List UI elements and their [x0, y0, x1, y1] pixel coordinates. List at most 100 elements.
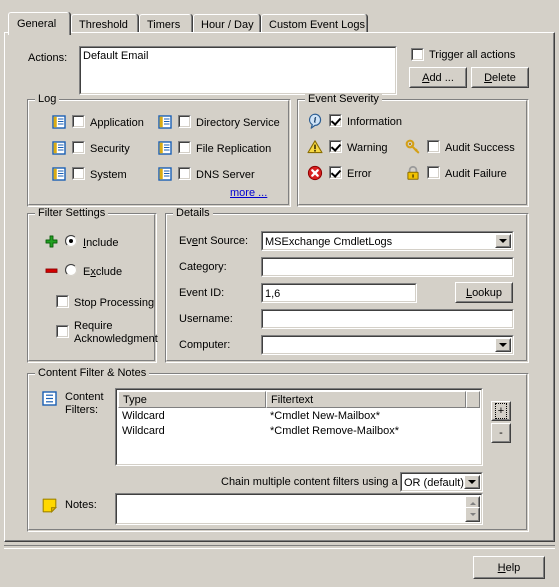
- general-tab-panel: Actions: Default Email Trigger all actio…: [4, 32, 555, 542]
- table-row[interactable]: Wildcard *Cmdlet Remove-Mailbox*: [118, 423, 480, 438]
- content-filters-icon: [42, 391, 57, 409]
- event-id-label: Event ID:: [179, 287, 225, 299]
- stop-processing-label: Stop Processing: [74, 297, 155, 309]
- warning-icon: [307, 139, 323, 158]
- information-icon: i: [307, 113, 323, 132]
- cell-filtertext: *Cmdlet Remove-Mailbox*: [270, 424, 399, 437]
- log-file-replication-label: File Replication: [196, 143, 272, 155]
- log-system-checkbox[interactable]: [72, 167, 85, 180]
- log-icon: [52, 167, 66, 184]
- chain-operator-combo[interactable]: OR (default): [400, 472, 483, 492]
- table-row[interactable]: Wildcard *Cmdlet New-Mailbox*: [118, 408, 480, 423]
- severity-warning-checkbox[interactable]: [329, 140, 342, 153]
- event-id-value: 1,6: [265, 288, 281, 300]
- content-filters-table[interactable]: Type Filtertext Wildcard *Cmdlet New-Mai…: [115, 388, 483, 466]
- tab-timers-label: Timers: [147, 19, 181, 31]
- chevron-down-icon[interactable]: [464, 475, 480, 489]
- cell-filtertext: *Cmdlet New-Mailbox*: [270, 409, 381, 422]
- severity-audit-failure-label: Audit Failure: [445, 168, 507, 180]
- filter-settings-group: Filter Settings Include Exclude Stop Pro…: [27, 207, 158, 363]
- username-input[interactable]: [261, 309, 514, 329]
- column-header-type[interactable]: Type: [118, 391, 266, 408]
- column-header-filtertext[interactable]: Filtertext: [266, 391, 466, 408]
- filter-include-label: Include: [83, 237, 119, 249]
- content-filter-notes-group: Content Filter & Notes Content Filters: …: [27, 367, 529, 532]
- severity-audit-success-checkbox[interactable]: [427, 140, 440, 153]
- severity-audit-failure-checkbox[interactable]: [427, 166, 440, 179]
- severity-warning-label: Warning: [347, 142, 388, 154]
- table-body: Wildcard *Cmdlet New-Mailbox* Wildcard *…: [118, 408, 480, 463]
- computer-label: Computer:: [179, 339, 231, 351]
- event-source-combo[interactable]: MSExchange CmdletLogs: [261, 231, 514, 251]
- chain-filters-label: Chain multiple content filters using a: [221, 476, 398, 488]
- log-icon: [158, 167, 172, 184]
- remove-content-filter-button[interactable]: -: [491, 423, 511, 443]
- details-group-title: Details: [173, 207, 213, 219]
- table-header-row: Type Filtertext: [118, 391, 480, 408]
- minus-icon: [45, 264, 58, 280]
- actions-label: Actions:: [28, 52, 68, 64]
- username-label: Username:: [179, 313, 233, 325]
- chevron-down-icon[interactable]: [495, 234, 511, 248]
- help-button[interactable]: Help: [473, 556, 545, 579]
- require-acknowledgment-label-line1: Require: [74, 320, 113, 332]
- tab-custom-event-logs-label: Custom Event Logs: [269, 19, 365, 31]
- severity-information-label: Information: [347, 116, 403, 128]
- add-content-filter-button[interactable]: +: [491, 401, 511, 421]
- content-filters-label-line1: Content: [65, 391, 104, 403]
- cell-type: Wildcard: [122, 424, 165, 437]
- content-filter-notes-group-title: Content Filter & Notes: [35, 367, 150, 379]
- filter-exclude-radio[interactable]: [65, 264, 77, 276]
- tab-threshold-label: Threshold: [79, 19, 128, 31]
- log-application-label: Application: [90, 117, 144, 129]
- tab-timers[interactable]: Timers: [139, 14, 192, 33]
- severity-audit-success-label: Audit Success: [445, 142, 515, 154]
- event-source-label: Event Source:: [179, 235, 249, 247]
- log-more-link[interactable]: more ...: [230, 187, 267, 200]
- notes-scrollbar[interactable]: [465, 496, 480, 522]
- tab-threshold[interactable]: Threshold: [71, 14, 138, 33]
- event-source-value: MSExchange CmdletLogs: [265, 236, 393, 248]
- actions-textarea[interactable]: Default Email: [79, 46, 397, 95]
- notes-textarea[interactable]: [115, 493, 483, 525]
- notes-icon: [42, 498, 58, 516]
- scroll-down-button[interactable]: [465, 507, 480, 522]
- log-system-label: System: [90, 169, 127, 181]
- tab-custom-event-logs[interactable]: Custom Event Logs: [261, 14, 367, 33]
- event-severity-group: Event Severity i Information Warning Err…: [297, 93, 529, 207]
- log-file-replication-checkbox[interactable]: [178, 141, 191, 154]
- computer-combo[interactable]: [261, 335, 514, 355]
- log-security-checkbox[interactable]: [72, 141, 85, 154]
- chevron-down-icon[interactable]: [495, 338, 511, 352]
- trigger-all-actions-checkbox[interactable]: [411, 48, 424, 61]
- log-dns-server-checkbox[interactable]: [178, 167, 191, 180]
- actions-value: Default Email: [83, 50, 149, 62]
- log-directory-service-checkbox[interactable]: [178, 115, 191, 128]
- require-acknowledgment-checkbox[interactable]: [56, 325, 69, 338]
- delete-action-button[interactable]: Delete: [471, 67, 529, 88]
- tab-hour-day[interactable]: Hour / Day: [193, 14, 260, 33]
- lock-icon: [405, 165, 421, 184]
- log-directory-service-label: Directory Service: [196, 117, 280, 129]
- severity-information-checkbox[interactable]: [329, 114, 342, 127]
- log-application-checkbox[interactable]: [72, 115, 85, 128]
- event-id-lookup-button[interactable]: Lookup: [455, 282, 513, 303]
- filter-include-radio[interactable]: [65, 235, 77, 247]
- log-dns-server-label: DNS Server: [196, 169, 255, 181]
- column-header-extra[interactable]: [466, 391, 480, 408]
- log-icon: [52, 115, 66, 132]
- require-acknowledgment-label-line2: Acknowledgment: [74, 333, 158, 345]
- footer-separator: [4, 545, 555, 549]
- event-filter-dialog: General Threshold Timers Hour / Day Cust…: [0, 0, 559, 587]
- tab-general[interactable]: General: [8, 12, 70, 35]
- add-action-button[interactable]: Add ...: [409, 67, 467, 88]
- log-security-label: Security: [90, 143, 130, 155]
- event-id-input[interactable]: 1,6: [261, 283, 417, 303]
- trigger-all-actions-label: Trigger all actions: [429, 49, 516, 61]
- category-input[interactable]: [261, 257, 514, 277]
- stop-processing-checkbox[interactable]: [56, 295, 69, 308]
- svg-text:i: i: [314, 116, 317, 125]
- severity-error-checkbox[interactable]: [329, 166, 342, 179]
- key-icon: [405, 139, 421, 158]
- cell-type: Wildcard: [122, 409, 165, 422]
